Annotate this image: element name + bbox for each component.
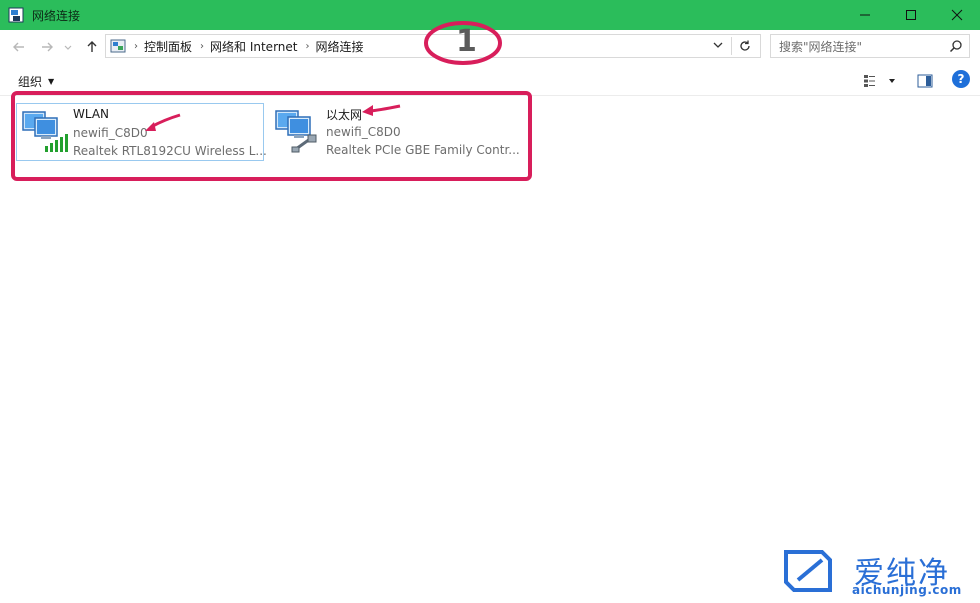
breadcrumb-separator: › [134,40,138,52]
back-button[interactable] [10,38,28,56]
search-input[interactable]: 搜索"网络连接" [770,34,970,58]
organize-label: 组织 [18,75,43,89]
step-number: 1 [456,24,477,59]
breadcrumb-separator: › [305,40,310,52]
refresh-icon[interactable] [736,37,754,55]
network-connections-icon [8,7,24,23]
step-number-annotation: 1 [423,18,503,68]
organize-menu-button[interactable]: 组织 ▼ [18,73,54,90]
minimize-button[interactable] [842,0,888,30]
watermark-text-en: aichunjing.com [852,583,962,597]
search-placeholder: 搜索"网络连接" [779,39,863,54]
recent-locations-chevron-icon[interactable] [62,38,74,56]
watermark-logo-icon [784,550,832,592]
breadcrumb-network-internet[interactable]: 网络和 Internet [210,38,297,55]
chevron-down-icon: ▼ [48,77,55,86]
breadcrumb-network-connections[interactable]: 网络连接 [315,38,363,55]
control-panel-icon [110,38,126,54]
view-options-chevron-icon[interactable] [883,72,901,90]
preview-pane-icon[interactable] [916,72,934,90]
forward-button[interactable] [38,38,56,56]
close-button[interactable] [934,0,980,30]
highlight-box [11,91,532,181]
address-history-chevron-icon[interactable] [712,39,726,53]
breadcrumb-control-panel[interactable]: 控制面板 [144,38,192,55]
breadcrumb-separator: › [200,40,205,52]
up-button[interactable] [83,38,101,56]
search-icon[interactable] [949,39,963,56]
annotation-arrow-icon [145,113,181,131]
maximize-button[interactable] [888,0,934,30]
watermark: 爱纯净 aichunjing.com [782,546,974,600]
help-icon[interactable]: ? [952,70,970,88]
annotation-arrow-icon [362,104,401,116]
window-title: 网络连接 [32,8,81,23]
divider [731,37,732,55]
change-view-icon[interactable] [862,72,880,90]
